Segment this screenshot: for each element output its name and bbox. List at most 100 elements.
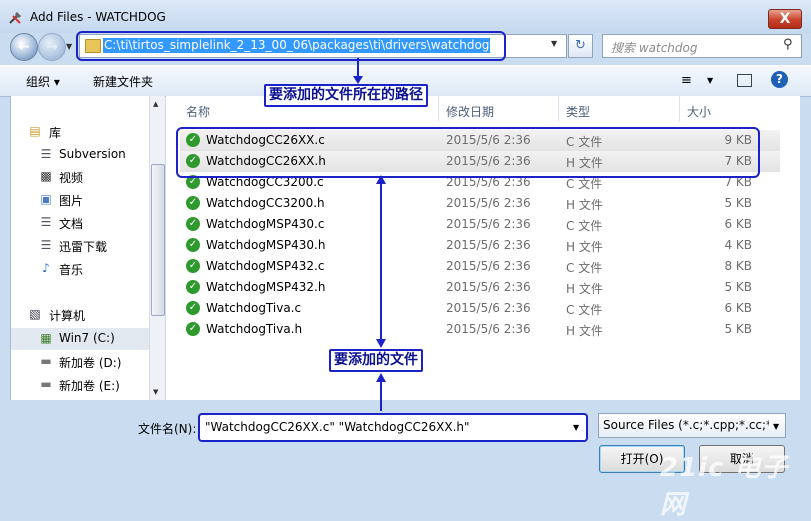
sidebar-item-library[interactable]: ▤ 库	[11, 121, 151, 143]
scroll-up-icon[interactable]: ▲	[153, 100, 158, 108]
file-type: H 文件	[566, 324, 603, 338]
refresh-button[interactable]: ↻	[568, 34, 593, 58]
path-annotation-label: 要添加的文件所在的路径	[264, 84, 428, 107]
library-icon: ▤	[29, 124, 41, 138]
close-button[interactable]: X	[768, 9, 802, 29]
sidebar-scrollbar[interactable]: ▲ ▼	[149, 96, 165, 400]
navigation-pane: ▤ 库 ☰ Subversion ▩ 视频 ▣ 图片 ☰ 文档 ☰ 迅雷下载 ♪…	[10, 96, 151, 400]
address-dropdown-icon[interactable]: ▼	[551, 39, 557, 48]
file-date: 2015/5/6 2:36	[446, 301, 531, 315]
svn-check-icon: ✓	[186, 238, 200, 252]
sidebar-item-label: 图片	[59, 194, 84, 208]
picture-icon: ▣	[40, 192, 52, 206]
column-divider[interactable]	[438, 96, 439, 122]
file-name: WatchdogTiva.c	[206, 301, 302, 315]
sidebar-item-xunlei-downloads[interactable]: ☰ 迅雷下载	[11, 235, 151, 257]
file-size: 6 KB	[724, 301, 752, 315]
drive-icon: ▬	[40, 377, 52, 391]
organize-button[interactable]: 组织 ▾	[26, 73, 60, 90]
file-date: 2015/5/6 2:36	[446, 322, 531, 336]
scroll-down-icon[interactable]: ▼	[153, 388, 158, 396]
file-date: 2015/5/6 2:36	[446, 217, 531, 231]
windows-drive-icon: ▦	[40, 331, 52, 345]
search-input[interactable]: 搜索 watchdog	[611, 39, 697, 56]
sidebar-item-drive-d[interactable]: ▬ 新加卷 (D:)	[11, 351, 151, 373]
file-row[interactable]: ✓ WatchdogMSP432.c 2015/5/6 2:36 C 文件 8 …	[180, 256, 780, 277]
view-dropdown-icon[interactable]: ▼	[707, 76, 713, 85]
sidebar-item-computer[interactable]: ▧ 计算机	[11, 304, 151, 326]
forward-arrow-icon: →	[46, 39, 58, 55]
column-divider[interactable]	[679, 96, 680, 122]
watermark: 21ic 电子网	[660, 453, 789, 520]
back-arrow-icon: ←	[18, 39, 30, 55]
sidebar-item-pictures[interactable]: ▣ 图片	[11, 189, 151, 211]
file-type: H 文件	[566, 240, 603, 254]
file-size: 5 KB	[724, 196, 752, 210]
file-type: C 文件	[566, 261, 603, 275]
sidebar-item-videos[interactable]: ▩ 视频	[11, 166, 151, 188]
computer-icon: ▧	[29, 307, 41, 321]
title-bar: Add Files - WATCHDOG X	[0, 0, 811, 33]
back-button[interactable]: ←	[10, 33, 38, 61]
file-size: 5 KB	[724, 322, 752, 336]
filetype-value[interactable]: Source Files (*.c;*.cpp;*.cc;*.h	[603, 418, 769, 432]
filename-value[interactable]: "WatchdogCC26XX.c" "WatchdogCC26XX.h"	[205, 420, 470, 434]
file-name: WatchdogMSP432.c	[206, 259, 325, 273]
file-type: H 文件	[566, 282, 603, 296]
music-icon: ♪	[42, 261, 50, 275]
path-arrow-line	[357, 58, 359, 78]
svn-check-icon: ✓	[186, 196, 200, 210]
scrollbar-thumb[interactable]	[151, 164, 165, 316]
sidebar-item-label: 计算机	[49, 309, 86, 323]
files-arrow-head-mid	[376, 339, 386, 348]
file-row[interactable]: ✓ WatchdogTiva.h 2015/5/6 2:36 H 文件 5 KB	[180, 319, 780, 340]
sidebar-item-label: 新加卷 (E:)	[59, 379, 120, 393]
file-row[interactable]: ✓ WatchdogMSP432.h 2015/5/6 2:36 H 文件 5 …	[180, 277, 780, 298]
sidebar-item-drive-c[interactable]: ▦ Win7 (C:)	[11, 328, 151, 350]
filetype-dropdown-icon[interactable]: ▼	[773, 422, 779, 431]
file-name: WatchdogMSP430.h	[206, 238, 326, 252]
search-box[interactable]: 搜索 watchdog ⚲	[602, 34, 802, 58]
file-size: 5 KB	[724, 280, 752, 294]
sidebar-item-subversion[interactable]: ☰ Subversion	[11, 144, 151, 166]
file-name: WatchdogCC3200.h	[206, 196, 325, 210]
files-highlight-box	[176, 127, 760, 178]
file-name: WatchdogMSP430.c	[206, 217, 325, 231]
sidebar-item-label: 迅雷下载	[59, 240, 108, 254]
file-row[interactable]: ✓ WatchdogMSP430.c 2015/5/6 2:36 C 文件 6 …	[180, 214, 780, 235]
sidebar-item-documents[interactable]: ☰ 文档	[11, 212, 151, 234]
column-header-size[interactable]: 大小	[687, 103, 711, 120]
file-size: 6 KB	[724, 217, 752, 231]
sidebar-item-label: 视频	[59, 171, 84, 185]
svn-check-icon: ✓	[186, 280, 200, 294]
path-arrow-head	[353, 76, 363, 84]
sidebar-item-drive-e[interactable]: ▬ 新加卷 (E:)	[11, 374, 151, 396]
column-header-date[interactable]: 修改日期	[446, 103, 494, 120]
path-highlight-box	[76, 31, 506, 61]
recent-locations-dropdown-icon[interactable]: ▼	[66, 42, 72, 51]
new-folder-button[interactable]: 新建文件夹	[93, 73, 153, 90]
filetype-select[interactable]: Source Files (*.c;*.cpp;*.cc;*.h ▼	[598, 413, 786, 438]
column-header-type[interactable]: 类型	[566, 103, 590, 120]
video-icon: ▩	[40, 169, 52, 183]
file-name: WatchdogTiva.h	[206, 322, 303, 336]
search-icon[interactable]: ⚲	[783, 37, 793, 52]
document-icon: ☰	[40, 147, 52, 161]
filename-dropdown-icon[interactable]: ▼	[573, 423, 579, 432]
file-type: H 文件	[566, 198, 603, 212]
file-row[interactable]: ✓ WatchdogMSP430.h 2015/5/6 2:36 H 文件 4 …	[180, 235, 780, 256]
file-row[interactable]: ✓ WatchdogTiva.c 2015/5/6 2:36 C 文件 6 KB	[180, 298, 780, 319]
column-divider[interactable]	[558, 96, 559, 122]
forward-button[interactable]: →	[38, 33, 66, 61]
file-row[interactable]: ✓ WatchdogCC3200.h 2015/5/6 2:36 H 文件 5 …	[180, 193, 780, 214]
sidebar-item-music[interactable]: ♪ 音乐	[11, 258, 151, 280]
tools-icon	[9, 12, 21, 24]
refresh-icon: ↻	[575, 38, 586, 53]
sidebar-item-label: 库	[49, 126, 62, 140]
filename-input[interactable]: "WatchdogCC26XX.c" "WatchdogCC26XX.h" ▼	[198, 413, 588, 442]
help-icon[interactable]: ?	[771, 71, 788, 88]
column-header-name[interactable]: 名称	[186, 103, 210, 120]
view-options-icon[interactable]: ≡	[681, 73, 692, 88]
preview-pane-icon[interactable]	[737, 74, 752, 87]
sidebar-item-label: Subversion	[59, 147, 126, 161]
